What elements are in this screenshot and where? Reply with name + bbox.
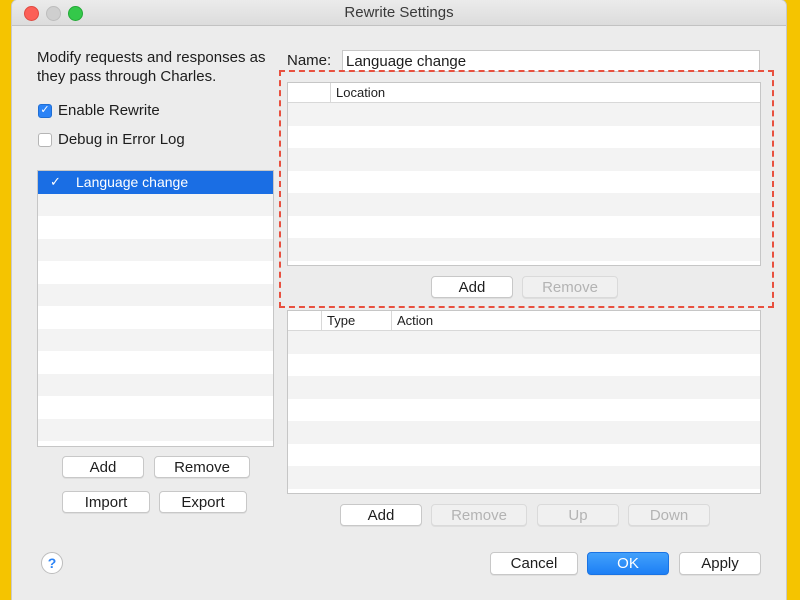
- remove-location-button[interactable]: Remove: [522, 276, 618, 298]
- rules-enabled-column[interactable]: [288, 311, 321, 330]
- list-row-empty: [38, 418, 273, 441]
- list-row-empty: [38, 261, 273, 284]
- set-enabled-check-icon[interactable]: ✓: [50, 174, 64, 190]
- export-button[interactable]: Export: [159, 491, 247, 513]
- table-row-empty: [288, 444, 760, 467]
- list-row-empty: [38, 306, 273, 329]
- help-button[interactable]: ?: [41, 552, 63, 574]
- table-row-empty: [288, 103, 760, 126]
- import-button[interactable]: Import: [62, 491, 150, 513]
- ok-button[interactable]: OK: [587, 552, 669, 575]
- move-up-button[interactable]: Up: [537, 504, 619, 526]
- table-row-empty: [288, 399, 760, 422]
- table-row-empty: [288, 126, 760, 149]
- rewrite-set-label: Language change: [76, 174, 189, 191]
- table-row-empty: [288, 238, 760, 261]
- list-row-empty: [38, 328, 273, 351]
- enable-rewrite-label: Enable Rewrite: [58, 102, 160, 119]
- checkbox-unchecked-icon[interactable]: [38, 132, 52, 147]
- rewrite-settings-window: Rewrite Settings Modify requests and res…: [12, 0, 786, 600]
- apply-button[interactable]: Apply: [679, 552, 761, 575]
- add-rule-button[interactable]: Add: [340, 504, 422, 526]
- list-row-empty: [38, 396, 273, 419]
- rules-table[interactable]: Type Action: [287, 310, 761, 494]
- table-row-empty: [288, 354, 760, 377]
- table-row-empty: [288, 466, 760, 489]
- window-title: Rewrite Settings: [344, 4, 454, 21]
- move-down-button[interactable]: Down: [628, 504, 710, 526]
- table-row-empty: [288, 216, 760, 239]
- table-row-empty: [288, 148, 760, 171]
- debug-error-log-checkbox[interactable]: Debug in Error Log: [38, 131, 185, 148]
- list-row-empty: [38, 193, 273, 216]
- list-row-empty: [38, 216, 273, 239]
- location-column-header[interactable]: Location: [330, 83, 760, 102]
- type-column-header[interactable]: Type: [321, 311, 391, 330]
- table-row-empty: [288, 376, 760, 399]
- title-bar: Rewrite Settings: [12, 0, 786, 26]
- table-row-empty: [288, 171, 760, 194]
- locations-table-header: Location: [288, 83, 760, 103]
- rewrite-description: Modify requests and responses as they pa…: [37, 49, 266, 85]
- cancel-button[interactable]: Cancel: [490, 552, 578, 575]
- name-label: Name:: [287, 52, 332, 69]
- debug-error-log-label: Debug in Error Log: [58, 131, 185, 148]
- rewrite-set-item[interactable]: ✓ Language change: [38, 171, 273, 194]
- locations-table[interactable]: Location: [287, 82, 761, 266]
- rules-table-header: Type Action: [288, 311, 760, 331]
- remove-set-button[interactable]: Remove: [154, 456, 250, 478]
- list-row-empty: [38, 373, 273, 396]
- rewrite-sets-list[interactable]: ✓ Language change: [37, 170, 274, 447]
- enable-rewrite-checkbox[interactable]: ✓ Enable Rewrite: [38, 102, 160, 119]
- remove-rule-button[interactable]: Remove: [431, 504, 527, 526]
- action-column-header[interactable]: Action: [391, 311, 760, 330]
- table-row-empty: [288, 331, 760, 354]
- list-row-empty: [38, 351, 273, 374]
- table-row-empty: [288, 193, 760, 216]
- add-set-button[interactable]: Add: [62, 456, 144, 478]
- checkbox-checked-icon[interactable]: ✓: [38, 103, 52, 118]
- add-location-button[interactable]: Add: [431, 276, 513, 298]
- list-row-empty: [38, 283, 273, 306]
- table-row-empty: [288, 421, 760, 444]
- locations-enabled-column[interactable]: [288, 83, 330, 102]
- list-row-empty: [38, 238, 273, 261]
- name-input[interactable]: [342, 50, 760, 72]
